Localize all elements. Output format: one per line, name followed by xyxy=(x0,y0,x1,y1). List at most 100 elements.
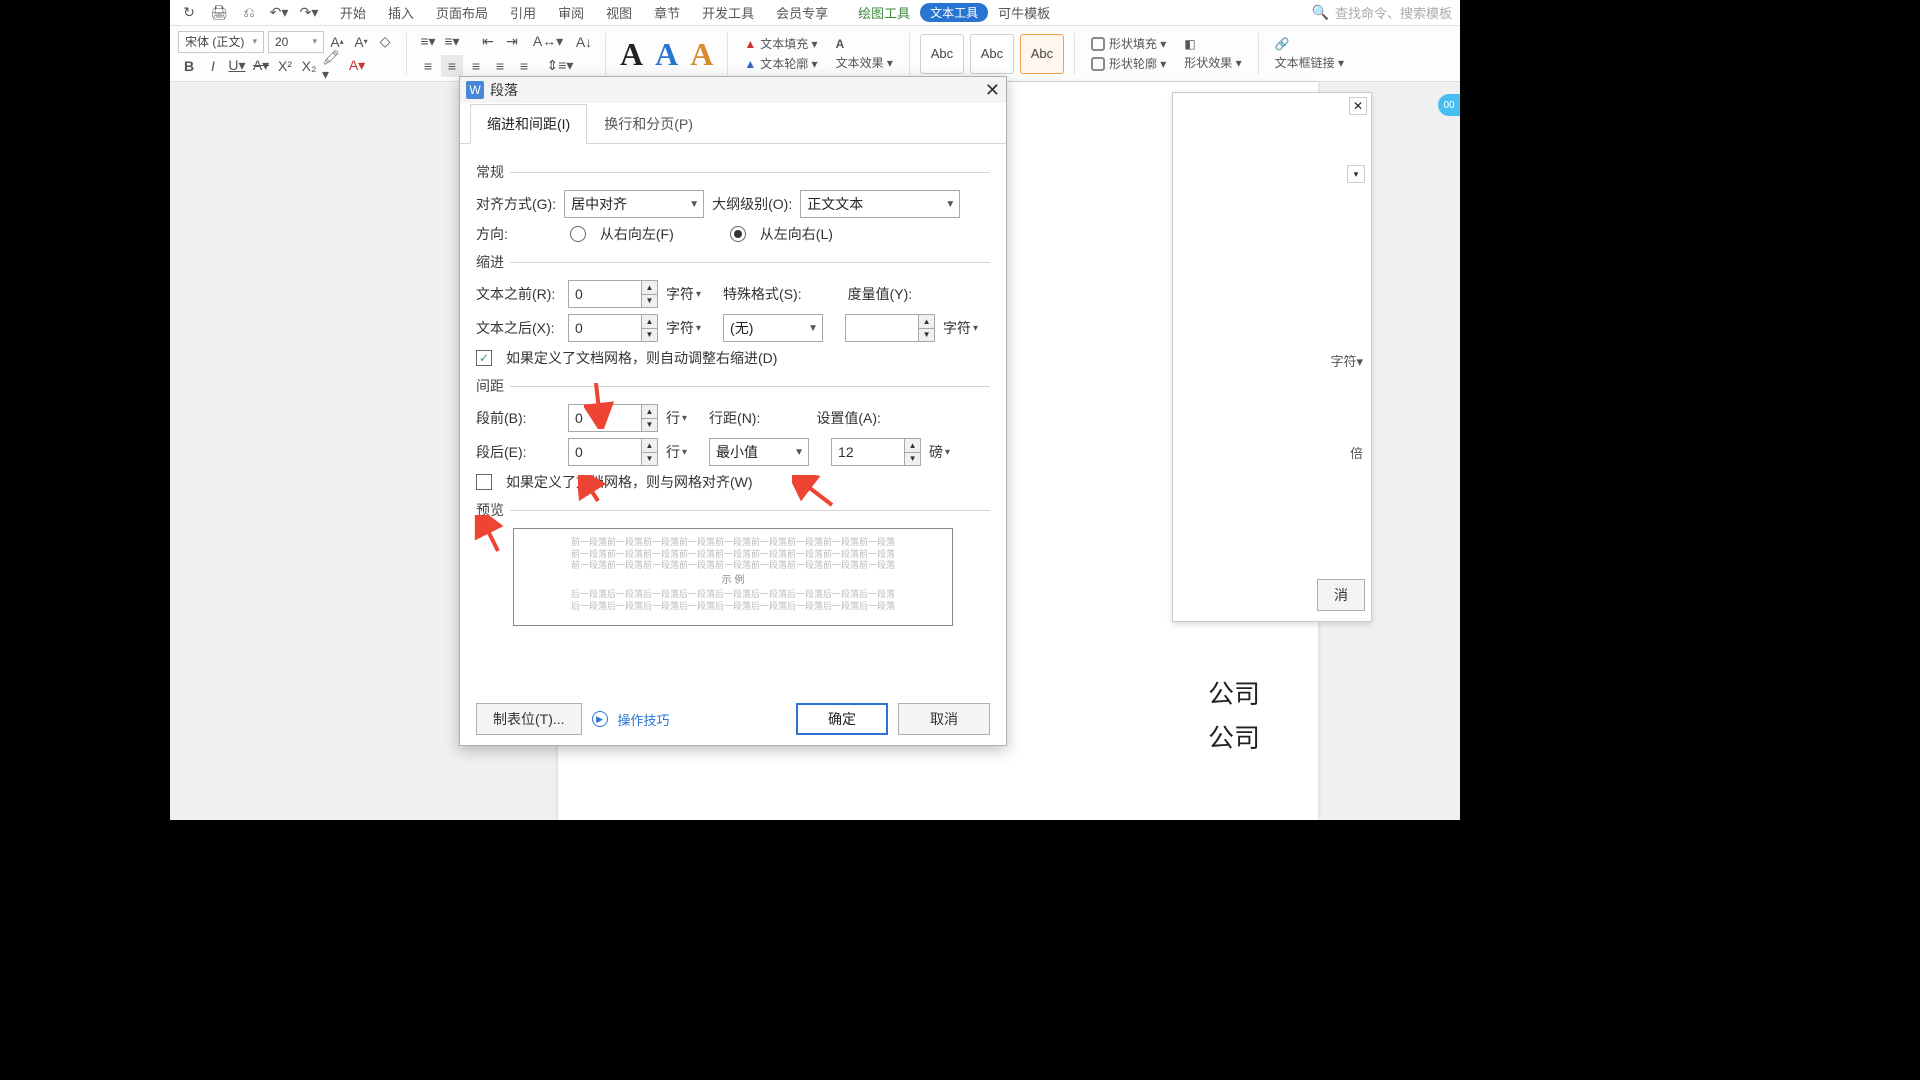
underline-icon[interactable]: U▾ xyxy=(226,55,248,77)
tab-line-page-break[interactable]: 换行和分页(P) xyxy=(587,104,710,144)
wordart-style-b[interactable]: A xyxy=(651,38,682,70)
align-center-icon[interactable]: ≡ xyxy=(441,55,463,77)
tab-review[interactable]: 审阅 xyxy=(558,3,584,22)
alignment-label: 对齐方式(G): xyxy=(476,194,556,214)
section-general: 常规 xyxy=(476,162,504,182)
direction-ltr-label: 从左向右(L) xyxy=(760,224,833,244)
redo-icon[interactable]: ↷▾ xyxy=(298,2,320,24)
shape-style-c[interactable]: Abc xyxy=(1020,34,1064,74)
alignment-combo[interactable]: 居中对齐▼ xyxy=(564,190,704,218)
preview-icon[interactable]: ⎌ xyxy=(238,2,260,24)
text-outline-button[interactable]: ▲文本轮廓 ▾ xyxy=(744,55,817,72)
font-selector[interactable]: 宋体 (正文)▾ xyxy=(178,31,264,53)
panel-cancel-button[interactable]: 消 xyxy=(1317,579,1365,611)
sort-icon[interactable]: A↓ xyxy=(573,31,595,53)
space-after-spin[interactable]: 0▲▼ xyxy=(568,438,658,466)
tab-insert[interactable]: 插入 xyxy=(388,3,414,22)
shrink-font-icon[interactable]: A▾ xyxy=(350,31,372,53)
tab-text-tools[interactable]: 文本工具 xyxy=(920,3,988,22)
page-text-company-2: 公司 xyxy=(1208,718,1260,755)
textbox-link-button[interactable]: 🔗 xyxy=(1275,37,1344,51)
indent-left-icon[interactable]: ⇤ xyxy=(477,31,499,53)
cancel-button[interactable]: 取消 xyxy=(898,703,990,735)
direction-ltr-radio[interactable] xyxy=(730,226,746,242)
tab-view[interactable]: 视图 xyxy=(606,3,632,22)
indent-before-spin[interactable]: 0▲▼ xyxy=(568,280,658,308)
tab-drawing-tools[interactable]: 绘图工具 xyxy=(858,3,910,22)
tab-section[interactable]: 章节 xyxy=(654,3,680,22)
wordart-style-a[interactable]: A xyxy=(616,38,647,70)
align-left-icon[interactable]: ≡ xyxy=(417,55,439,77)
tab-start[interactable]: 开始 xyxy=(340,3,366,22)
text-fill-button[interactable]: ▲文本填充 ▾ xyxy=(744,35,817,52)
background-side-panel: ✕ ▾ 字符▾ 倍 消 xyxy=(1172,92,1372,622)
indent-after-label: 文本之后(X): xyxy=(476,318,560,338)
indent-right-icon[interactable]: ⇥ xyxy=(501,31,523,53)
tab-layout[interactable]: 页面布局 xyxy=(436,3,488,22)
undo-icon[interactable]: ↶▾ xyxy=(268,2,290,24)
indent-before-unit[interactable]: 字符 xyxy=(666,284,701,304)
shape-style-b[interactable]: Abc xyxy=(970,34,1014,74)
tips-link[interactable]: 操作技巧 xyxy=(618,710,670,729)
measure-spin[interactable]: ▲▼ xyxy=(845,314,935,342)
panel-close-button[interactable]: ✕ xyxy=(1349,97,1367,115)
numbering-icon[interactable]: ≡▾ xyxy=(441,31,463,53)
wordart-style-c[interactable]: A xyxy=(686,38,717,70)
outline-level-combo[interactable]: 正文文本▼ xyxy=(800,190,960,218)
tab-indent-spacing[interactable]: 缩进和间距(I) xyxy=(470,104,587,144)
line-spacing-icon[interactable]: ⇕≡▾ xyxy=(549,55,571,77)
tab-templates[interactable]: 可牛模板 xyxy=(998,3,1050,22)
superscript-icon[interactable]: X² xyxy=(274,55,296,77)
dialog-app-icon: W xyxy=(466,81,484,99)
line-spacing-combo[interactable]: 最小值▼ xyxy=(709,438,809,466)
search-box[interactable]: 🔍 查找命令、搜索模板 xyxy=(1312,3,1452,22)
space-before-spin[interactable]: 0▲▼ xyxy=(568,404,658,432)
bold-icon[interactable]: B xyxy=(178,55,200,77)
auto-adjust-check[interactable] xyxy=(476,350,492,366)
special-indent-combo[interactable]: (无)▼ xyxy=(723,314,823,342)
tab-ref[interactable]: 引用 xyxy=(510,3,536,22)
shape-style-a[interactable]: Abc xyxy=(920,34,964,74)
shape-effect-button[interactable]: ◧ xyxy=(1184,37,1241,51)
align-right-icon[interactable]: ≡ xyxy=(465,55,487,77)
space-before-unit[interactable]: 行 xyxy=(666,408,687,428)
shape-fill-button[interactable]: 形状填充 ▾ xyxy=(1091,35,1166,52)
indent-before-label: 文本之前(R): xyxy=(476,284,560,304)
dialog-close-button[interactable]: ✕ xyxy=(985,80,1000,101)
italic-icon[interactable]: I xyxy=(202,55,224,77)
font-color-icon[interactable]: A▾ xyxy=(346,55,368,77)
strike-icon[interactable]: A▾ xyxy=(250,55,272,77)
direction-rtl-label: 从右向左(F) xyxy=(600,224,674,244)
align-justify-icon[interactable]: ≡ xyxy=(489,55,511,77)
shape-outline-button[interactable]: 形状轮廓 ▾ xyxy=(1091,55,1166,72)
tabstops-button[interactable]: 制表位(T)... xyxy=(476,703,582,735)
side-badge[interactable]: 00 xyxy=(1438,94,1460,116)
tab-vip[interactable]: 会员专享 xyxy=(776,3,828,22)
tab-dev[interactable]: 开发工具 xyxy=(702,3,754,22)
char-scale-icon[interactable]: A↔▾ xyxy=(537,31,559,53)
space-after-unit[interactable]: 行 xyxy=(666,442,687,462)
line-spacing-label: 行距(N): xyxy=(709,408,760,428)
highlight-icon[interactable]: 🖍▾ xyxy=(322,55,344,77)
panel-dropdown-1[interactable]: ▾ xyxy=(1347,165,1365,183)
font-size-selector[interactable]: 20▾ xyxy=(268,31,324,53)
bullets-icon[interactable]: ≡▾ xyxy=(417,31,439,53)
indent-after-spin[interactable]: 0▲▼ xyxy=(568,314,658,342)
clear-format-icon[interactable]: ◇ xyxy=(374,31,396,53)
tips-icon[interactable]: ▶ xyxy=(592,711,608,727)
text-effect-button[interactable]: A xyxy=(836,37,893,51)
set-at-unit[interactable]: 磅 xyxy=(929,442,950,462)
indent-after-unit[interactable]: 字符 xyxy=(666,318,701,338)
snap-grid-label: 如果定义了文档网格，则与网格对齐(W) xyxy=(506,472,753,492)
refresh-icon[interactable]: ↻ xyxy=(178,2,200,24)
print-icon[interactable]: 🖨 xyxy=(208,2,230,24)
measure-label: 度量值(Y): xyxy=(848,284,913,304)
special-indent-label: 特殊格式(S): xyxy=(723,284,802,304)
ok-button[interactable]: 确定 xyxy=(796,703,888,735)
set-at-spin[interactable]: 12▲▼ xyxy=(831,438,921,466)
direction-rtl-radio[interactable] xyxy=(570,226,586,242)
snap-grid-check[interactable] xyxy=(476,474,492,490)
subscript-icon[interactable]: X₂ xyxy=(298,55,320,77)
align-distribute-icon[interactable]: ≡ xyxy=(513,55,535,77)
measure-unit[interactable]: 字符 xyxy=(943,318,978,338)
